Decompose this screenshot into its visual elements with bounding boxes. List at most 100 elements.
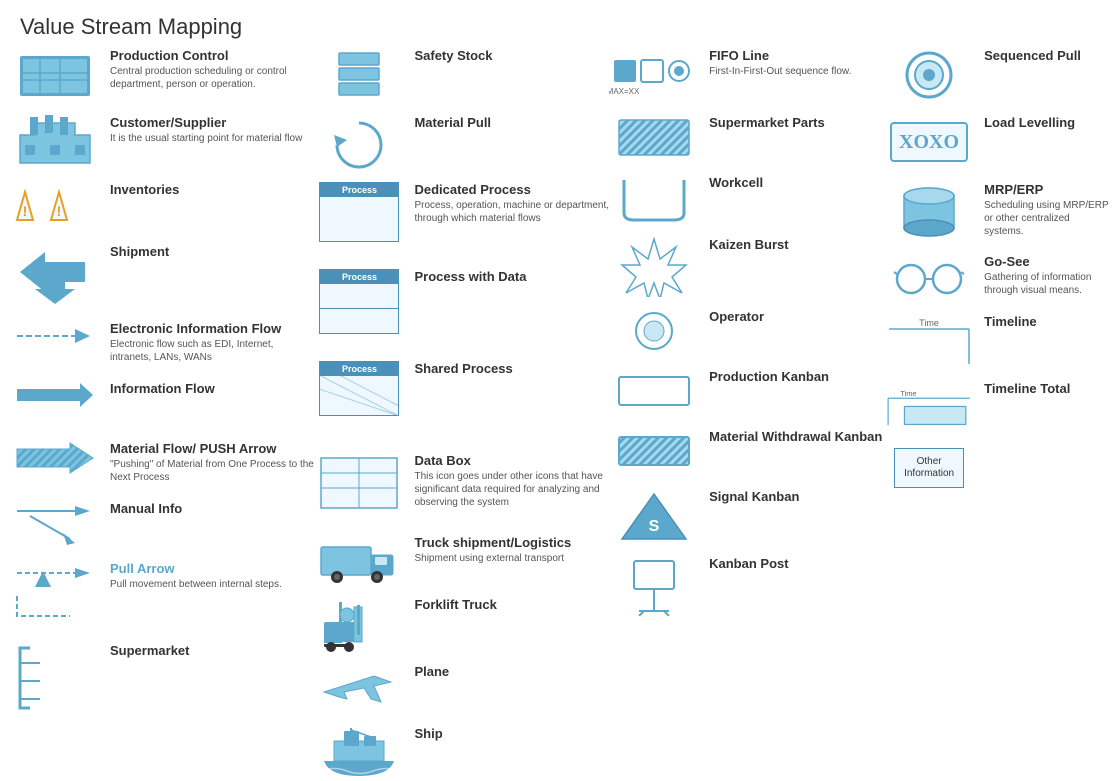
electronic-info-flow-icon — [10, 321, 100, 351]
item-manual-info: Manual Info — [10, 501, 314, 549]
item-kanban-post: Kanban Post — [609, 556, 884, 616]
plane-icon — [314, 664, 404, 714]
workcell-label: Workcell — [709, 175, 884, 190]
mrp-erp-label: MRP/ERP — [984, 182, 1110, 197]
dedicated-process-icon: Process — [314, 182, 404, 242]
signal-kanban-icon: S — [609, 489, 699, 544]
manual-info-label: Manual Info — [110, 501, 314, 516]
pull-arrow-desc: Pull movement between internal steps. — [110, 578, 314, 591]
timeline-total-label: Timeline Total — [984, 381, 1110, 396]
item-supermarket-parts: Supermarket Parts — [609, 115, 884, 163]
production-control-label: Production Control — [110, 48, 314, 63]
electronic-info-flow-label: Electronic Information Flow — [110, 321, 314, 336]
item-ship: Ship — [314, 726, 609, 781]
truck-shipment-icon — [314, 535, 404, 585]
plane-label: Plane — [414, 664, 609, 679]
item-go-see: Go-See Gathering of information through … — [884, 254, 1110, 302]
ship-label: Ship — [414, 726, 609, 741]
customer-supplier-label: Customer/Supplier — [110, 115, 314, 130]
item-shared-process: Process Shared Process — [314, 361, 609, 441]
information-flow-label: Information Flow — [110, 381, 314, 396]
kaizen-burst-label: Kaizen Burst — [709, 237, 884, 252]
fifo-line-icon: MAX=XX — [609, 48, 699, 103]
shipment-label: Shipment — [110, 244, 314, 259]
item-truck-shipment: Truck shipment/Logistics Shipment using … — [314, 535, 609, 585]
pull-arrow-label: Pull Arrow — [110, 561, 314, 576]
material-flow-push-label: Material Flow/ PUSH Arrow — [110, 441, 314, 456]
operator-label: Operator — [709, 309, 884, 324]
forklift-truck-label: Forklift Truck — [414, 597, 609, 612]
item-material-withdrawal-kanban: Material Withdrawal Kanban — [609, 429, 884, 477]
customer-supplier-desc: It is the usual starting point for mater… — [110, 132, 314, 145]
item-inventories: ! ! Inventories — [10, 182, 314, 232]
svg-text:MAX=XX: MAX=XX — [609, 87, 640, 96]
item-timeline: Time Timeline — [884, 314, 1110, 369]
supermarket-parts-label: Supermarket Parts — [709, 115, 884, 130]
timeline-label: Timeline — [984, 314, 1110, 329]
other-information-label: Other Information — [895, 456, 963, 480]
mrp-erp-desc: Scheduling using MRP/ERP or other centra… — [984, 199, 1110, 238]
item-safety-stock: Safety Stock — [314, 48, 609, 103]
item-information-flow: Information Flow — [10, 381, 314, 429]
dedicated-process-desc: Process, operation, machine or departmen… — [414, 199, 609, 225]
item-material-pull: Material Pull — [314, 115, 609, 170]
column-1: Production Control Central production sc… — [10, 48, 314, 781]
truck-shipment-label: Truck shipment/Logistics — [414, 535, 609, 550]
column-2: Safety Stock Material Pull Process — [314, 48, 609, 781]
svg-text:!: ! — [23, 203, 28, 219]
svg-text:!: ! — [57, 203, 62, 219]
shared-process-icon: Process — [314, 361, 404, 416]
electronic-info-flow-desc: Electronic flow such as EDI, Internet, i… — [110, 338, 314, 364]
ship-icon — [314, 726, 404, 781]
item-electronic-info-flow: Electronic Information Flow Electronic f… — [10, 321, 314, 369]
timeline-total-icon: Time — [884, 381, 974, 436]
workcell-icon — [609, 175, 699, 225]
page-title: Value Stream Mapping — [0, 0, 1120, 48]
go-see-desc: Gathering of information through visual … — [984, 271, 1110, 297]
mrp-erp-icon — [884, 182, 974, 242]
material-flow-push-desc: "Pushing" of Material from One Process t… — [110, 458, 314, 484]
item-data-box: Data Box This icon goes under other icon… — [314, 453, 609, 523]
svg-text:XOXO: XOXO — [899, 131, 959, 153]
production-control-icon — [10, 48, 100, 103]
operator-icon — [609, 309, 699, 354]
item-shipment: Shipment — [10, 244, 314, 309]
item-pull-arrow: Pull Arrow Pull movement between interna… — [10, 561, 314, 631]
production-control-desc: Central production scheduling or control… — [110, 65, 314, 91]
data-box-label: Data Box — [414, 453, 609, 468]
inventories-label: Inventories — [110, 182, 314, 197]
supermarket-icon — [10, 643, 100, 713]
item-dedicated-process: Process Dedicated Process Process, opera… — [314, 182, 609, 257]
item-material-flow-push: Material Flow/ PUSH Arrow "Pushing" of M… — [10, 441, 314, 489]
sequenced-pull-label: Sequenced Pull — [984, 48, 1110, 63]
column-4: Sequenced Pull XOXO Load Levelling — [884, 48, 1110, 781]
item-other-information: Other Information — [884, 448, 1110, 496]
other-information-icon: Other Information — [884, 448, 974, 488]
item-plane: Plane — [314, 664, 609, 714]
kanban-post-icon — [609, 556, 699, 616]
supermarket-label: Supermarket — [110, 643, 314, 658]
signal-kanban-label: Signal Kanban — [709, 489, 884, 504]
item-signal-kanban: S Signal Kanban — [609, 489, 884, 544]
data-box-desc: This icon goes under other icons that ha… — [414, 470, 609, 509]
item-timeline-total: Time Timeline Total — [884, 381, 1110, 436]
timeline-icon: Time — [884, 314, 974, 369]
production-kanban-label: Production Kanban — [709, 369, 884, 384]
shared-process-label: Shared Process — [414, 361, 609, 376]
item-process-with-data: Process Process with Data — [314, 269, 609, 349]
dedicated-process-label: Dedicated Process — [414, 182, 609, 197]
truck-shipment-desc: Shipment using external transport — [414, 552, 609, 565]
process-with-data-label: Process with Data — [414, 269, 609, 284]
go-see-icon — [884, 254, 974, 299]
inventories-icon: ! ! — [10, 182, 100, 232]
data-box-icon — [314, 453, 404, 513]
item-customer-supplier: Customer/Supplier It is the usual starti… — [10, 115, 314, 170]
item-sequenced-pull: Sequenced Pull — [884, 48, 1110, 103]
material-pull-label: Material Pull — [414, 115, 609, 130]
fifo-line-label: FIFO Line — [709, 48, 884, 63]
customer-supplier-icon — [10, 115, 100, 170]
process-with-data-icon: Process — [314, 269, 404, 334]
column-3: MAX=XX FIFO Line First-In-First-Out sequ… — [609, 48, 884, 781]
safety-stock-icon — [314, 48, 404, 103]
item-workcell: Workcell — [609, 175, 884, 225]
